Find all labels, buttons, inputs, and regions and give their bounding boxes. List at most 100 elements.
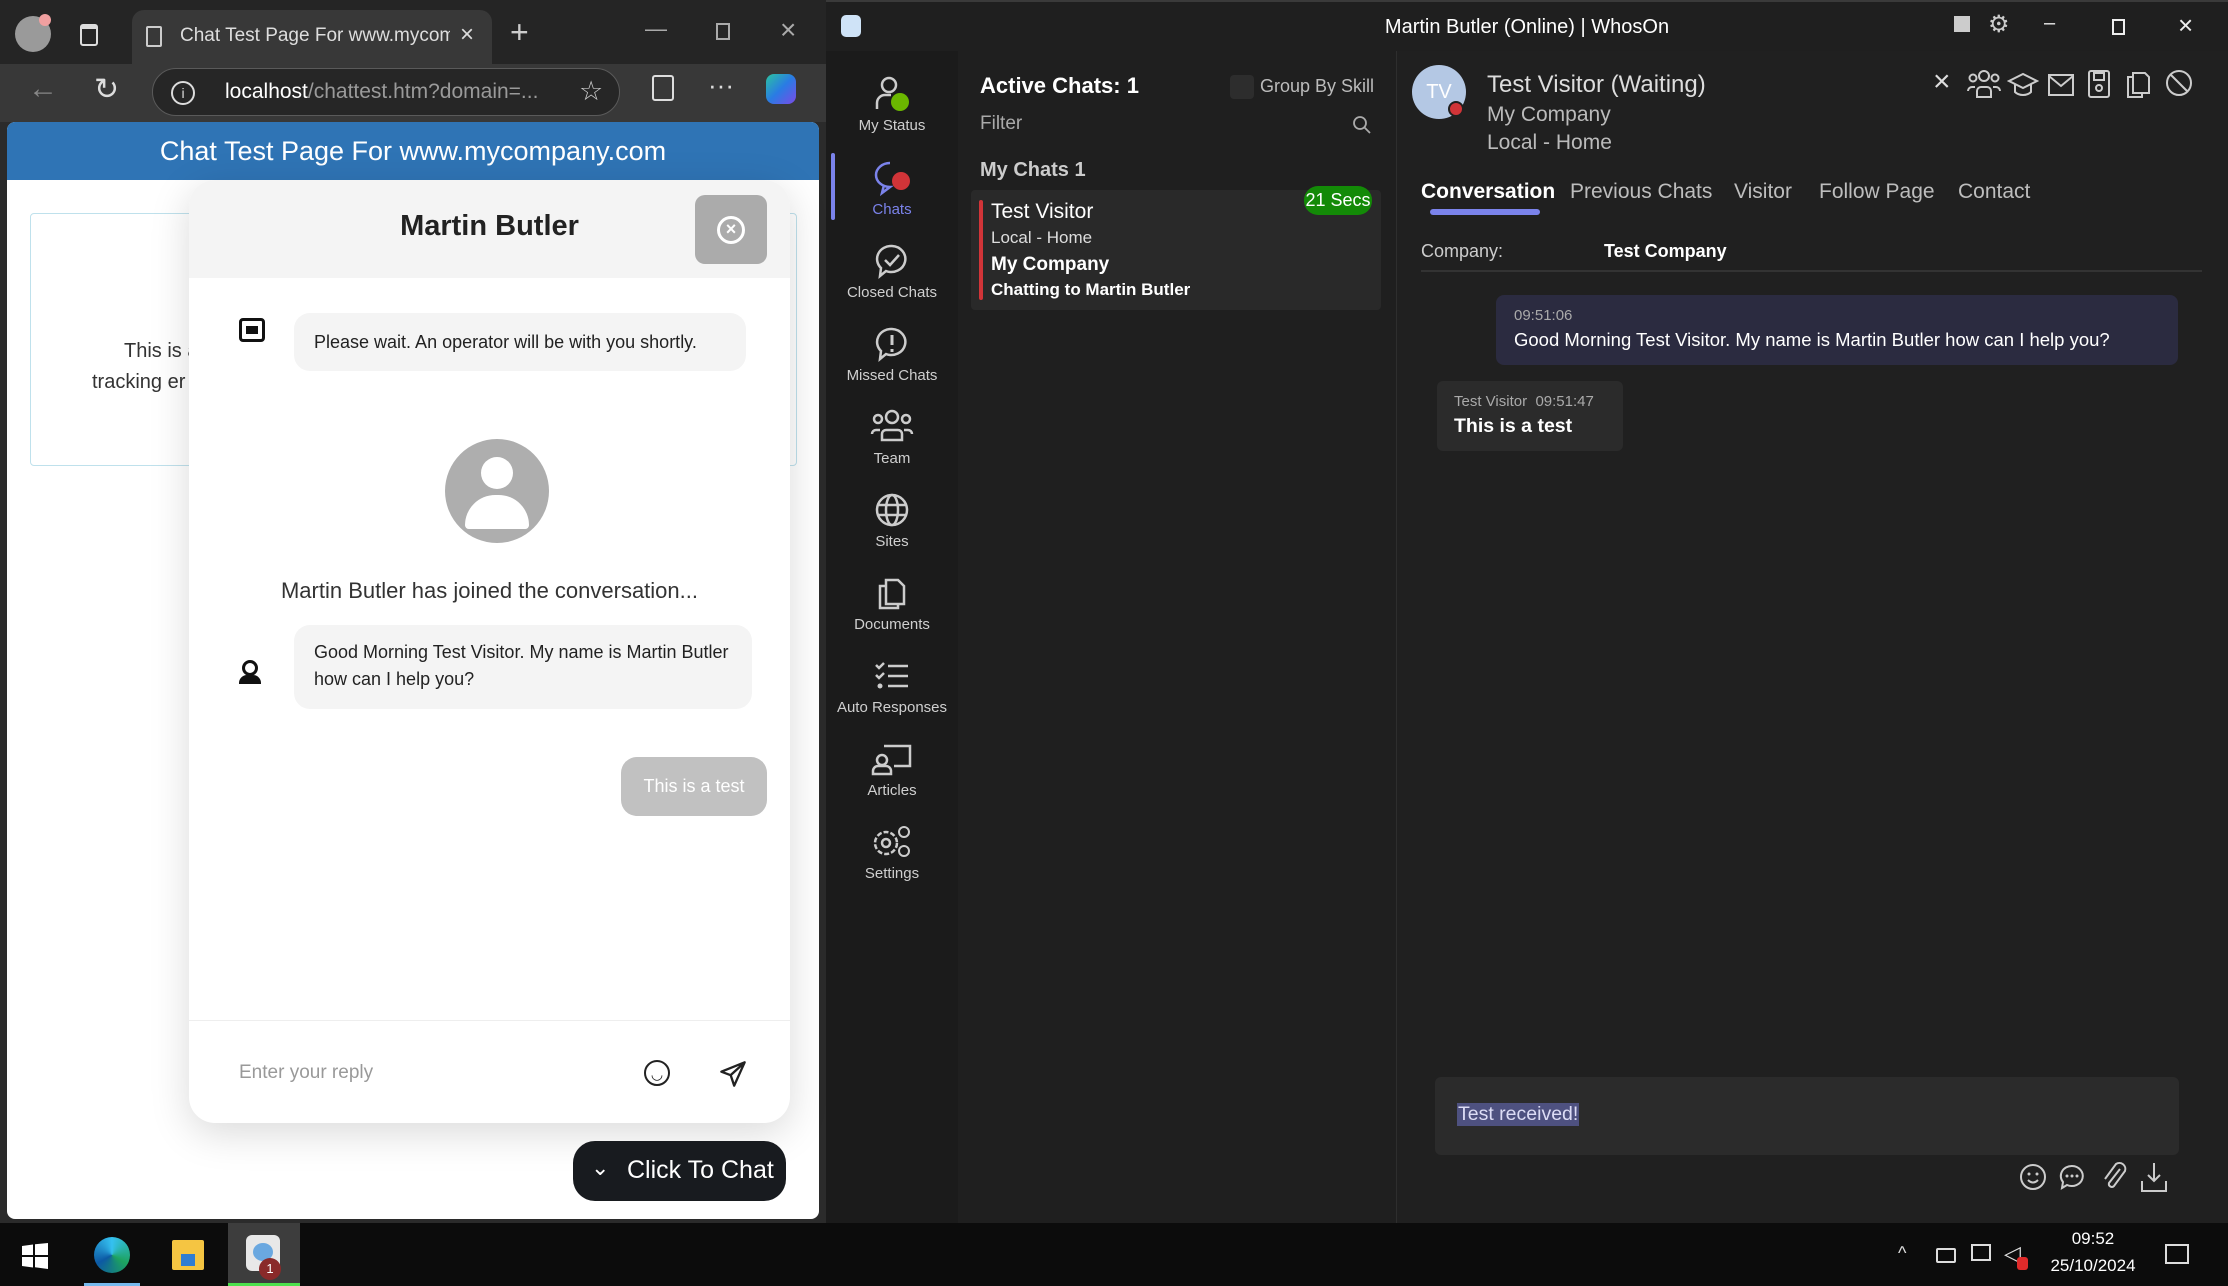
back-icon[interactable]: ← [28, 72, 58, 106]
nav-settings[interactable]: Settings [826, 823, 958, 882]
site-info-icon[interactable]: i [171, 81, 195, 105]
nav-label: Chats [872, 201, 912, 218]
close-circle-icon: × [717, 216, 745, 244]
maximize-icon[interactable] [716, 23, 730, 40]
emoji-icon[interactable]: ◡ [644, 1060, 670, 1086]
visitor-status-dot [1448, 101, 1464, 117]
close-chat-button[interactable]: × [695, 195, 767, 264]
tab-previous-chats[interactable]: Previous Chats [1570, 180, 1712, 204]
close-window-icon[interactable]: × [780, 14, 796, 46]
nav-chats[interactable]: Chats [826, 159, 958, 218]
nav-documents[interactable]: Documents [826, 574, 958, 633]
operator-message: 09:51:06 Good Morning Test Visitor. My n… [1496, 295, 2178, 365]
close-window-icon[interactable]: × [2178, 10, 2193, 41]
tab-conversation[interactable]: Conversation [1421, 180, 1555, 204]
clock-date[interactable]: 25/10/2024 [2040, 1256, 2146, 1276]
nav-label: Sites [875, 533, 909, 550]
minimize-icon[interactable]: — [645, 16, 667, 42]
nav-label: Documents [854, 616, 930, 633]
whoson-taskbar-button[interactable]: 1 [228, 1223, 300, 1286]
nav-my-status[interactable]: My Status [826, 75, 958, 134]
page-icon [146, 26, 162, 47]
refresh-icon[interactable]: ↻ [94, 72, 119, 107]
tab-visitor[interactable]: Visitor [1734, 180, 1792, 204]
visitor-name: Test Visitor [991, 200, 1094, 223]
notification-center-icon[interactable] [2165, 1244, 2189, 1264]
documents-icon [878, 578, 906, 610]
divider [189, 1020, 790, 1021]
operator-avatar [445, 439, 549, 543]
browser-window: Chat Test Page For www.mycomp × + — × ← … [0, 0, 826, 1223]
tab-actions-icon[interactable] [80, 24, 98, 46]
emoji-icon[interactable] [2019, 1163, 2047, 1191]
reply-box[interactable]: Test received! [1435, 1077, 2179, 1155]
address-bar[interactable]: i localhost/chattest.htm?domain=... ☆ [152, 68, 620, 116]
save-icon[interactable] [2087, 69, 2111, 99]
minimize-icon[interactable]: – [2044, 12, 2055, 35]
group-by-skill-checkbox[interactable] [1230, 75, 1254, 99]
status-bar [979, 200, 983, 300]
my-chats-section: My Chats 1 [980, 159, 1086, 181]
search-icon[interactable] [1352, 115, 1372, 135]
download-icon[interactable] [2140, 1161, 2168, 1193]
file-explorer-icon[interactable] [172, 1240, 204, 1270]
tab-strip: Chat Test Page For www.mycomp × + — × [0, 0, 826, 70]
email-icon[interactable] [2047, 73, 2075, 97]
copy-icon[interactable] [2125, 69, 2151, 99]
close-tab-icon[interactable]: × [460, 21, 474, 49]
nav-closed-chats[interactable]: Closed Chats [826, 242, 958, 301]
team-icon [870, 409, 914, 442]
education-icon[interactable] [2007, 71, 2039, 99]
attach-icon[interactable] [2100, 1161, 2128, 1193]
network-icon[interactable] [1971, 1244, 1991, 1261]
transfer-team-icon[interactable] [1967, 69, 2001, 99]
window-title: Martin Butler (Online) | WhosOn [1384, 16, 1670, 38]
reply-input[interactable]: Enter your reply [239, 1062, 373, 1084]
tray-chevron-icon[interactable]: ^ [1898, 1243, 1906, 1264]
chat-card[interactable]: Test Visitor Local - Home My Company Cha… [971, 186, 1381, 310]
tab-follow-page[interactable]: Follow Page [1819, 180, 1935, 204]
edge-icon[interactable] [94, 1237, 130, 1273]
visitor-company: My Company [991, 254, 1110, 275]
taskbar: 1 ^ ◁ 09:52 25/10/2024 [0, 1223, 2228, 1286]
reply-text: Test received! [1457, 1103, 1580, 1126]
messages-icon[interactable] [1954, 16, 1970, 32]
globe-icon [875, 493, 909, 527]
click-to-chat-button[interactable]: ⌄ Click To Chat [573, 1141, 786, 1201]
new-tab-icon[interactable]: + [510, 14, 529, 51]
profile-avatar[interactable] [15, 14, 51, 52]
sidebar: My Status Chats Closed Chats Missed Chat… [826, 51, 958, 1223]
copilot-icon[interactable] [766, 74, 796, 104]
checklist-icon [875, 662, 908, 689]
nav-team[interactable]: Team [826, 408, 958, 467]
favorite-star-icon[interactable]: ☆ [579, 76, 603, 107]
message-sender: Test Visitor [1454, 393, 1528, 410]
message-text: This is a test [1454, 415, 1573, 437]
click-to-chat-label: Click To Chat [627, 1156, 774, 1184]
chats-icon [874, 161, 910, 197]
split-screen-icon[interactable] [652, 75, 674, 101]
nav-articles[interactable]: Articles [826, 740, 958, 799]
close-chat-icon[interactable]: × [1933, 65, 1951, 99]
chevron-down-icon: ⌄ [591, 1155, 610, 1180]
nav-label: My Status [858, 117, 926, 134]
windows-start-icon[interactable] [22, 1243, 48, 1269]
chat-status: Chatting to Martin Butler [991, 280, 1191, 299]
more-icon[interactable]: ··· [708, 70, 734, 101]
nav-sites[interactable]: Sites [826, 491, 958, 550]
tab-contact[interactable]: Contact [1958, 180, 2030, 204]
nav-auto-responses[interactable]: Auto Responses [826, 657, 958, 716]
nav-missed-chats[interactable]: Missed Chats [826, 325, 958, 384]
maximize-icon[interactable] [2112, 19, 2125, 35]
company-value: Test Company [1604, 241, 1727, 261]
filter-input[interactable]: Filter [980, 113, 1340, 141]
send-icon[interactable] [719, 1060, 747, 1088]
clock-time[interactable]: 09:52 [2046, 1229, 2140, 1249]
canned-response-icon[interactable] [2058, 1163, 2086, 1191]
browser-tab[interactable]: Chat Test Page For www.mycomp × [132, 10, 492, 64]
visitor-title: Test Visitor (Waiting) [1487, 71, 1706, 98]
gear-icon[interactable]: ⚙ [1988, 10, 2010, 39]
battery-icon[interactable] [1936, 1248, 1956, 1263]
active-tab-underline [1430, 209, 1540, 215]
block-icon[interactable] [2165, 69, 2193, 97]
